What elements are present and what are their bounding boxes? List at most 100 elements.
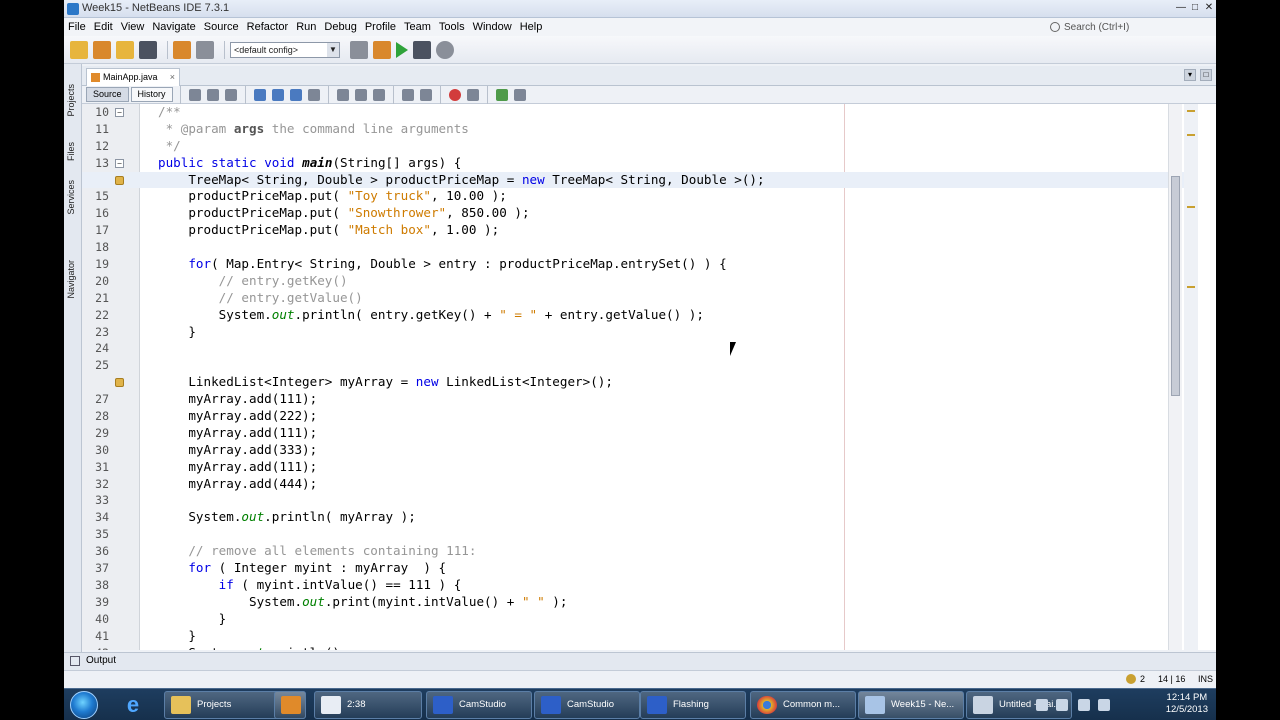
new-file-icon[interactable] <box>70 40 88 59</box>
tray-chart-icon[interactable] <box>1056 699 1068 711</box>
menu-source[interactable]: Source <box>200 18 243 36</box>
forward-icon[interactable] <box>224 88 237 101</box>
stripe-marker[interactable] <box>1187 286 1195 288</box>
redo-icon[interactable] <box>196 40 214 59</box>
menu-navigate[interactable]: Navigate <box>148 18 199 36</box>
code-line[interactable]: 34 System.out.println( myArray ); <box>82 509 1186 526</box>
code-line[interactable]: 10− /** <box>82 104 1186 121</box>
maximize-editor-icon[interactable]: □ <box>1200 69 1212 81</box>
menu-debug[interactable]: Debug <box>320 18 360 36</box>
shift-right-icon[interactable] <box>419 88 432 101</box>
taskbar-clock[interactable]: 12:14 PM 12/5/2013 <box>1166 692 1208 716</box>
sidebar-item-navigator[interactable]: Navigator <box>66 260 76 299</box>
code-line[interactable]: 23 } <box>82 324 1186 341</box>
toggle-highlight-icon[interactable] <box>307 88 320 101</box>
hammer-icon[interactable] <box>350 40 368 59</box>
code-line[interactable]: 42 System.out.println(); <box>82 645 1186 651</box>
code-line[interactable]: 37 for ( Integer myint : myArray ) { <box>82 560 1186 577</box>
menu-refactor[interactable]: Refactor <box>243 18 293 36</box>
menu-edit[interactable]: Edit <box>90 18 117 36</box>
shift-left-icon[interactable] <box>401 88 414 101</box>
sidebar-item-projects[interactable]: Projects <box>66 84 76 117</box>
profile-icon[interactable] <box>436 40 454 59</box>
code-line[interactable]: 24 <box>82 340 1186 357</box>
menu-tools[interactable]: Tools <box>435 18 469 36</box>
menu-profile[interactable]: Profile <box>361 18 400 36</box>
close-icon[interactable]: ✕ <box>1202 0 1216 16</box>
code-line[interactable]: 25 <box>82 357 1186 374</box>
code-line[interactable]: 31 myArray.add(111); <box>82 459 1186 476</box>
tray-volume-icon[interactable] <box>1098 699 1110 711</box>
code-line[interactable]: 30 myArray.add(333); <box>82 442 1186 459</box>
output-panel-bar[interactable]: Output <box>64 652 1216 670</box>
code-editor[interactable]: 10−/** 11 * @param args the command line … <box>82 104 1216 650</box>
code-line[interactable]: 15 productPriceMap.put( "Toy truck", 10.… <box>82 188 1186 205</box>
uncomment-icon[interactable] <box>513 88 526 101</box>
start-button[interactable] <box>70 691 98 719</box>
last-edit-icon[interactable] <box>188 88 201 101</box>
taskbar-item-media[interactable] <box>274 691 306 719</box>
hint-bulb-icon[interactable] <box>115 175 124 185</box>
menu-view[interactable]: View <box>117 18 149 36</box>
sidebar-item-files[interactable]: Files <box>66 142 76 161</box>
code-line[interactable]: 14 TreeMap< String, Double > productPric… <box>82 171 1186 189</box>
stop-macro-icon[interactable] <box>466 88 479 101</box>
editor-scrollbar[interactable] <box>1168 104 1182 650</box>
code-line[interactable]: 27 myArray.add(111); <box>82 391 1186 408</box>
code-line[interactable]: 11 * @param args the command line argume… <box>82 121 1186 138</box>
internet-explorer-icon[interactable]: e <box>120 693 146 717</box>
code-line[interactable]: 40 } <box>82 611 1186 628</box>
code-line[interactable]: 28 myArray.add(222); <box>82 408 1186 425</box>
taskbar-item-netbeans[interactable]: Week15 - Ne... <box>858 691 964 719</box>
new-project-icon[interactable] <box>93 40 111 59</box>
menu-help[interactable]: Help <box>516 18 547 36</box>
taskbar-item-timer[interactable]: 2:38 <box>314 691 422 719</box>
find-previous-icon[interactable] <box>271 88 284 101</box>
menu-team[interactable]: Team <box>400 18 435 36</box>
config-select[interactable]: <default config> ▼ <box>230 41 340 58</box>
code-line[interactable]: 16 productPriceMap.put( "Snowthrower", 8… <box>82 205 1186 222</box>
hint-bulb-icon[interactable] <box>115 378 124 388</box>
tab-mainapp-java[interactable]: MainApp.java × <box>86 68 180 86</box>
code-line[interactable]: 32 myArray.add(444); <box>82 476 1186 493</box>
taskbar-item-chrome[interactable]: Common m... <box>750 691 856 719</box>
scrollbar-thumb[interactable] <box>1171 176 1180 396</box>
code-line[interactable]: 19 for( Map.Entry< String, Double > entr… <box>82 256 1186 273</box>
stripe-marker[interactable] <box>1187 206 1195 208</box>
code-line[interactable]: 33 <box>82 492 1186 509</box>
history-tab-button[interactable]: History <box>130 87 173 102</box>
tray-network-icon[interactable] <box>1078 699 1090 711</box>
code-line[interactable]: 26 LinkedList<Integer> myArray = new Lin… <box>82 374 1186 391</box>
code-line[interactable]: 29 myArray.add(111); <box>82 425 1186 442</box>
maximize-icon[interactable]: □ <box>1188 0 1202 16</box>
code-line[interactable]: 22 System.out.println( entry.getKey() + … <box>82 307 1186 324</box>
code-line[interactable]: 13− public static void main(String[] args… <box>82 155 1186 172</box>
code-line[interactable]: 38 if ( myint.intValue() == 111 ) { <box>82 577 1186 594</box>
toggle-rectangular-selection-icon[interactable] <box>336 88 349 101</box>
previous-bookmark-icon[interactable] <box>354 88 367 101</box>
stripe-marker[interactable] <box>1187 110 1195 112</box>
tab-list-icon[interactable]: ▾ <box>1184 69 1196 81</box>
next-bookmark-icon[interactable] <box>372 88 385 101</box>
code-line[interactable]: 12 */ <box>82 138 1186 155</box>
code-line[interactable]: 41 } <box>82 628 1186 645</box>
notification-icon[interactable] <box>1126 674 1136 684</box>
stripe-marker[interactable] <box>1187 134 1195 136</box>
undo-icon[interactable] <box>173 40 191 59</box>
minimize-icon[interactable]: — <box>1174 0 1188 16</box>
menu-file[interactable]: File <box>64 18 90 36</box>
code-line[interactable]: 20 // entry.getKey() <box>82 273 1186 290</box>
close-tab-icon[interactable]: × <box>170 69 175 85</box>
back-icon[interactable] <box>206 88 219 101</box>
menu-window[interactable]: Window <box>469 18 516 36</box>
save-all-icon[interactable] <box>139 40 157 59</box>
find-icon[interactable] <box>253 88 266 101</box>
taskbar-item-camstudio-2[interactable]: CamStudio <box>534 691 640 719</box>
fold-toggle-icon[interactable]: − <box>115 158 124 168</box>
comment-icon[interactable] <box>495 88 508 101</box>
code-line[interactable]: 39 System.out.print(myint.intValue() + "… <box>82 594 1186 611</box>
sidebar-item-services[interactable]: Services <box>66 180 76 215</box>
start-macro-icon[interactable] <box>448 88 461 101</box>
clean-build-icon[interactable] <box>373 40 391 59</box>
source-tab-button[interactable]: Source <box>86 87 129 102</box>
